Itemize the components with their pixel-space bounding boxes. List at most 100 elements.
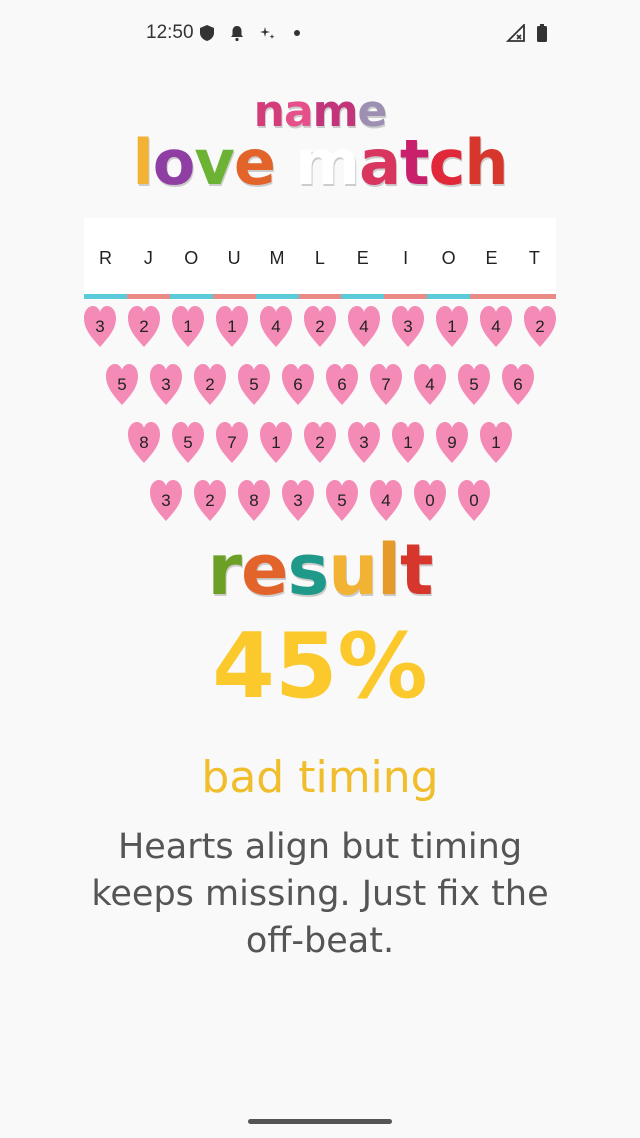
- stripe-segment: [255, 294, 299, 299]
- heart-value: 1: [227, 317, 237, 336]
- status-time: 12:50: [146, 22, 194, 43]
- name-letters-bar: RJOUMLEIOET: [84, 218, 556, 300]
- letters-row: RJOUMLEIOET: [84, 248, 556, 269]
- heart-value: 5: [469, 375, 479, 394]
- heart-number: 7: [364, 363, 408, 409]
- heart-value: 9: [447, 433, 457, 452]
- heart-value: 6: [293, 375, 303, 394]
- heart-value: 1: [403, 433, 413, 452]
- heart-number: 6: [496, 363, 540, 409]
- heart-number: 5: [232, 363, 276, 409]
- heart-number: 3: [144, 363, 188, 409]
- heart-value: 2: [205, 491, 215, 510]
- heart-number: 3: [144, 479, 188, 525]
- logo-love-match-text: love match: [132, 126, 509, 199]
- heart-number: 6: [320, 363, 364, 409]
- heart-number: 4: [474, 305, 518, 351]
- heart-value: 5: [117, 375, 127, 394]
- heart-number: 5: [320, 479, 364, 525]
- heart-number: 1: [430, 305, 474, 351]
- heart-number: 3: [342, 421, 386, 467]
- heart-value: 3: [359, 433, 369, 452]
- app-logo: name love match: [0, 90, 640, 194]
- stripe-segment: [384, 294, 428, 299]
- heart-value: 8: [249, 491, 259, 510]
- heart-number: 1: [166, 305, 210, 351]
- name-letter: T: [528, 248, 540, 268]
- heart-row: 3 2 8 3 5 4 0 0: [144, 479, 496, 525]
- heart-number: 1: [210, 305, 254, 351]
- heart-row: 8 5 7 1 2 3 1 9 1: [122, 421, 518, 467]
- stripe-segment: [470, 294, 514, 299]
- heart-number: 3: [276, 479, 320, 525]
- heart-value: 3: [161, 491, 171, 510]
- heart-number: 3: [78, 305, 122, 351]
- stripe-segment: [513, 294, 556, 299]
- letters-stripe: [84, 294, 556, 299]
- heart-value: 6: [337, 375, 347, 394]
- heart-row: 3 2 1 1 4 2 4 3 1 4 2: [78, 305, 562, 351]
- heart-value: 4: [491, 317, 501, 336]
- dot-icon: [294, 30, 300, 36]
- heart-value: 3: [95, 317, 105, 336]
- status-bar: 12:50: [0, 0, 640, 70]
- stripe-segment: [341, 294, 385, 299]
- stripe-segment: [84, 294, 127, 299]
- heart-number: 5: [452, 363, 496, 409]
- name-letter: J: [143, 248, 153, 268]
- name-letter: L: [314, 248, 325, 268]
- heart-value: 3: [161, 375, 171, 394]
- heart-number: 0: [452, 479, 496, 525]
- heart-number: 4: [254, 305, 298, 351]
- heart-number: 1: [474, 421, 518, 467]
- heart-number: 2: [298, 421, 342, 467]
- heart-number: 4: [364, 479, 408, 525]
- name-letter: M: [269, 248, 285, 268]
- stripe-segment: [126, 294, 170, 299]
- name-letter: E: [485, 248, 498, 268]
- heart-value: 7: [381, 375, 391, 394]
- signal-icon: [506, 24, 525, 42]
- heart-number: 2: [122, 305, 166, 351]
- heart-number: 7: [210, 421, 254, 467]
- shield-icon: [200, 25, 214, 41]
- heart-number: 1: [254, 421, 298, 467]
- heart-value: 0: [469, 491, 479, 510]
- heart-value: 7: [227, 433, 237, 452]
- name-letter: E: [356, 248, 369, 268]
- match-percent: 45%: [212, 614, 428, 719]
- gesture-nav-handle[interactable]: [248, 1119, 392, 1124]
- heart-value: 4: [425, 375, 435, 394]
- heart-value: 2: [139, 317, 149, 336]
- name-letter: I: [403, 248, 409, 268]
- heart-number: 1: [386, 421, 430, 467]
- heart-value: 3: [293, 491, 303, 510]
- name-letter: R: [98, 248, 112, 268]
- heart-number: 2: [518, 305, 562, 351]
- heart-value: 1: [491, 433, 501, 452]
- heart-number: 6: [276, 363, 320, 409]
- match-description: Hearts align but timing keeps missing. J…: [91, 827, 549, 961]
- name-letter: U: [227, 248, 241, 268]
- heart-value: 4: [381, 491, 391, 510]
- heart-value: 1: [271, 433, 281, 452]
- heart-value: 3: [403, 317, 413, 336]
- heart-value: 5: [183, 433, 193, 452]
- heart-number: 2: [188, 479, 232, 525]
- heart-number: 9: [430, 421, 474, 467]
- stripe-segment: [169, 294, 213, 299]
- match-verdict: bad timing: [201, 752, 439, 803]
- heart-number: 8: [232, 479, 276, 525]
- heart-value: 4: [359, 317, 369, 336]
- heart-number: 4: [408, 363, 452, 409]
- sparkle-icon: [260, 27, 275, 39]
- battery-icon: [537, 24, 547, 42]
- heart-value: 6: [513, 375, 523, 394]
- stripe-segment: [212, 294, 256, 299]
- heart-row: 5 3 2 5 6 6 7 4 5 6: [100, 363, 540, 409]
- heart-number: 5: [100, 363, 144, 409]
- heart-value: 2: [315, 317, 325, 336]
- result-logo-text: result: [207, 529, 434, 611]
- heart-number: 5: [166, 421, 210, 467]
- heart-value: 1: [447, 317, 457, 336]
